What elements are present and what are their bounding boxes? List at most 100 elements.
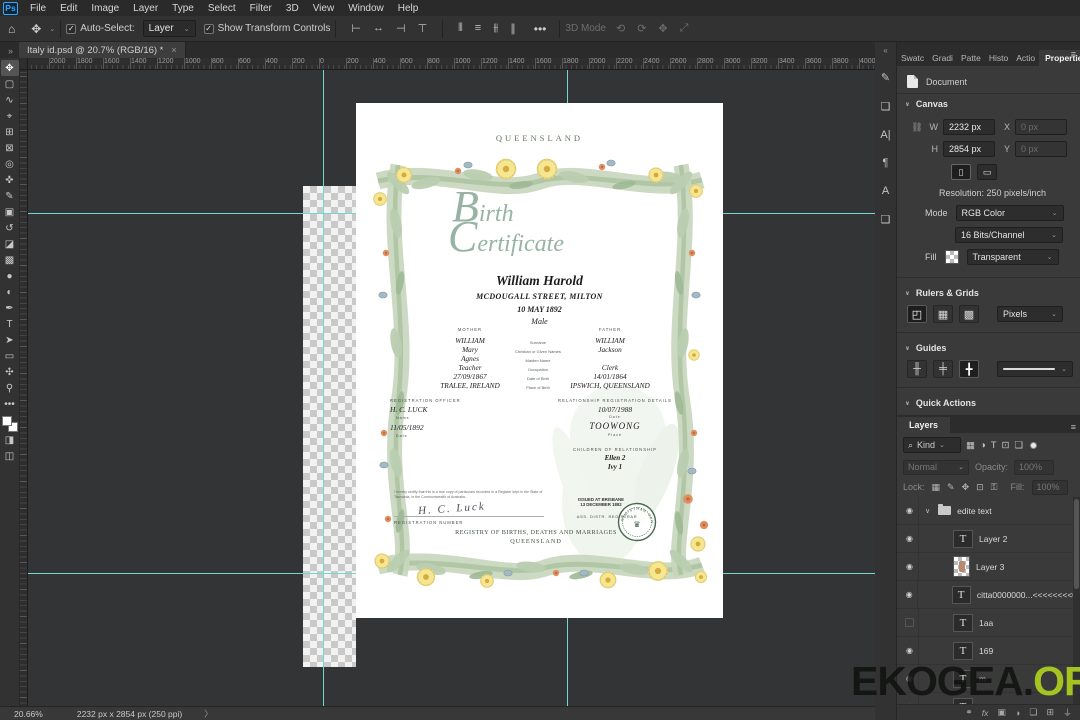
canvas-section-header[interactable]: ∨ Canvas: [897, 94, 1080, 114]
filter-type-icon[interactable]: T: [991, 440, 997, 451]
fill-swatch[interactable]: [944, 249, 959, 264]
dodge-tool[interactable]: ◐: [1, 284, 19, 300]
orientation-landscape-button[interactable]: ▭: [977, 164, 997, 180]
align-top-icon[interactable]: ⊤: [418, 22, 428, 35]
quick-mask-icon[interactable]: ◨: [1, 432, 19, 448]
path-selection-tool[interactable]: ➤: [1, 332, 19, 348]
transparent-canvas-region[interactable]: [303, 186, 356, 667]
bit-depth-dropdown[interactable]: 16 Bits/Channel ⌄: [955, 226, 1063, 243]
layer-row-group[interactable]: ◉ ∨ edite text: [897, 497, 1080, 525]
type-tool[interactable]: T: [1, 316, 19, 332]
menu-3d[interactable]: 3D: [279, 0, 306, 16]
layers-menu-icon[interactable]: ≡: [1071, 422, 1076, 432]
eyedropper-tool[interactable]: ◎: [1, 156, 19, 172]
distribute-horizontal-icon[interactable]: ≡: [475, 22, 481, 35]
visibility-eye-icon[interactable]: ◉: [901, 524, 919, 553]
menu-file[interactable]: File: [23, 0, 53, 16]
filter-toggle[interactable]: [1030, 441, 1038, 449]
tab-patterns[interactable]: Patte: [957, 50, 985, 66]
filter-pixel-icon[interactable]: ▦: [966, 440, 975, 451]
lock-guides-button[interactable]: ╪: [933, 360, 953, 378]
filter-smart-object-icon[interactable]: ❏: [1015, 440, 1024, 451]
hand-tool[interactable]: ✣: [1, 364, 19, 380]
lock-position-icon[interactable]: ✥: [962, 482, 970, 493]
color-mode-dropdown[interactable]: RGB Color ⌄: [955, 204, 1064, 221]
panel-menu-icon[interactable]: ≡: [1071, 49, 1076, 59]
edit-toolbar-icon[interactable]: •••: [1, 396, 19, 412]
menu-type[interactable]: Type: [165, 0, 201, 16]
brush-tool[interactable]: ✎: [1, 188, 19, 204]
blur-tool[interactable]: ●: [1, 268, 19, 284]
delete-layer-icon[interactable]: ⏚: [1063, 706, 1072, 719]
healing-brush-tool[interactable]: ✜: [1, 172, 19, 188]
visibility-eye-icon[interactable]: ◉: [901, 692, 919, 704]
ruler-units-dropdown[interactable]: Pixels ⌄: [997, 306, 1063, 322]
foreground-color[interactable]: [1, 416, 12, 426]
new-group-icon[interactable]: ❏: [1029, 707, 1037, 718]
menu-view[interactable]: View: [306, 0, 342, 16]
align-left-icon[interactable]: ⊢: [351, 22, 361, 35]
layer-mask-icon[interactable]: ▣: [997, 707, 1006, 718]
link-layers-icon[interactable]: ⚭: [965, 707, 973, 718]
group-expand-caret-icon[interactable]: ∨: [925, 507, 930, 515]
visibility-eye-icon[interactable]: ◉: [901, 664, 919, 693]
gradient-tool[interactable]: ▩: [1, 252, 19, 268]
distribute-vertical-icon[interactable]: ⫴: [458, 22, 463, 35]
tab-history[interactable]: Histo: [985, 50, 1012, 66]
tool-preset-caret-icon[interactable]: ⌄: [49, 25, 55, 33]
move-tool-icon[interactable]: ✥: [23, 22, 49, 36]
status-chevron-icon[interactable]: 〉: [204, 708, 213, 720]
certificate-document[interactable]: REGISTRAR GENERAL ♛ QUEENSLAND Birth Cer…: [356, 103, 723, 618]
guide-style-dropdown[interactable]: ⌄: [997, 361, 1073, 377]
character-panel-icon[interactable]: A|: [880, 129, 890, 141]
clear-guides-button[interactable]: ╋: [959, 360, 979, 378]
zoom-level[interactable]: 20.66%: [14, 709, 43, 719]
libraries-panel-icon[interactable]: ❑: [881, 213, 891, 226]
guide-vertical-1[interactable]: [323, 70, 324, 706]
tab-layers[interactable]: Layers: [897, 417, 951, 433]
layer-row[interactable]: ◉ T 169: [897, 636, 1080, 665]
panels-icon[interactable]: ❏: [881, 100, 891, 113]
frame-tool[interactable]: ⊠: [1, 140, 19, 156]
distribute-left-icon[interactable]: ⫵: [493, 22, 498, 35]
paragraph-panel-icon[interactable]: ¶: [883, 157, 889, 169]
screen-mode-icon[interactable]: ◫: [1, 448, 19, 464]
tab-swatches[interactable]: Swatc: [897, 50, 928, 66]
toggle-pixel-grid-button[interactable]: ▩: [959, 305, 979, 323]
menu-edit[interactable]: Edit: [53, 0, 84, 16]
align-center-icon[interactable]: ↔: [373, 22, 384, 35]
collapse-panels-icon[interactable]: «: [883, 46, 887, 55]
visibility-eye-icon[interactable]: ◉: [901, 552, 919, 581]
more-options-icon[interactable]: •••: [526, 22, 555, 36]
menu-help[interactable]: Help: [391, 0, 426, 16]
toggle-grid-button[interactable]: ▦: [933, 305, 953, 323]
home-icon[interactable]: ⌂: [0, 22, 23, 36]
history-brush-tool[interactable]: ↺: [1, 220, 19, 236]
visibility-eye-icon[interactable]: ◉: [901, 580, 919, 609]
auto-select-target-dropdown[interactable]: Layer ⌄: [142, 20, 196, 37]
layer-row[interactable]: T 1aa: [897, 608, 1080, 637]
menu-layer[interactable]: Layer: [126, 0, 165, 16]
close-icon[interactable]: ×: [171, 45, 176, 55]
shape-tool[interactable]: ▭: [1, 348, 19, 364]
new-layer-icon[interactable]: ⊞: [1046, 707, 1054, 718]
align-right-icon[interactable]: ⊣: [396, 22, 406, 35]
document-tab[interactable]: Italy id.psd @ 20.7% (RGB/16) * ×: [19, 42, 186, 58]
color-swatches[interactable]: [1, 416, 18, 432]
filter-adjustment-icon[interactable]: ◑: [980, 440, 986, 451]
lock-transparent-icon[interactable]: ▦: [932, 482, 941, 493]
guides-section-header[interactable]: ∨ Guides: [897, 338, 1080, 358]
layers-scrollbar[interactable]: [1073, 497, 1080, 704]
zoom-tool[interactable]: ⚲: [1, 380, 19, 396]
layer-row[interactable]: ◉ T 129 Aa: [897, 692, 1080, 704]
move-tool[interactable]: ✥: [0, 60, 19, 76]
eraser-tool[interactable]: ◪: [1, 236, 19, 252]
pen-tool[interactable]: ✒: [1, 300, 19, 316]
adjustment-layer-icon[interactable]: ◑: [1015, 708, 1020, 718]
distribute-top-icon[interactable]: ∥: [510, 22, 516, 35]
menu-select[interactable]: Select: [201, 0, 243, 16]
lasso-tool[interactable]: ∿: [1, 92, 19, 108]
filter-shape-icon[interactable]: ⊡: [1002, 440, 1010, 451]
layer-row[interactable]: ◉ T Layer 2: [897, 524, 1080, 553]
layer-filter-kind-dropdown[interactable]: ⌕ Kind ⌄: [903, 437, 961, 453]
